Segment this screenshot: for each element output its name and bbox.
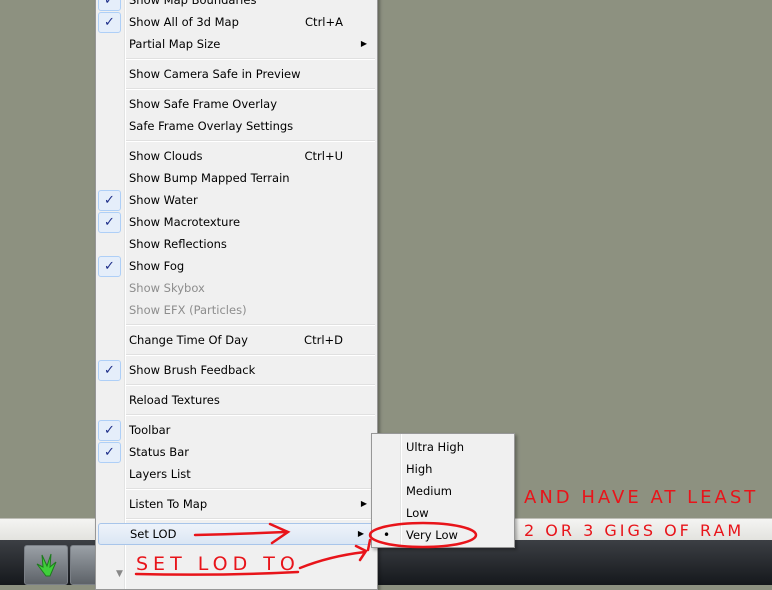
curved-arrow: [298, 538, 372, 570]
annotation-line1: AND HAVE AT LEAST: [524, 487, 758, 508]
very-low-circle: [368, 521, 478, 549]
annotation-set-lod-to: SET LOD TO: [136, 553, 300, 575]
arrow-to-submenu: [193, 522, 291, 545]
annotation-line2: 2 OR 3 GIGS OF RAM: [524, 521, 744, 540]
annotations: SET LOD TO AND HAVE AT LEAST 2 OR 3 GIGS…: [134, 487, 758, 576]
